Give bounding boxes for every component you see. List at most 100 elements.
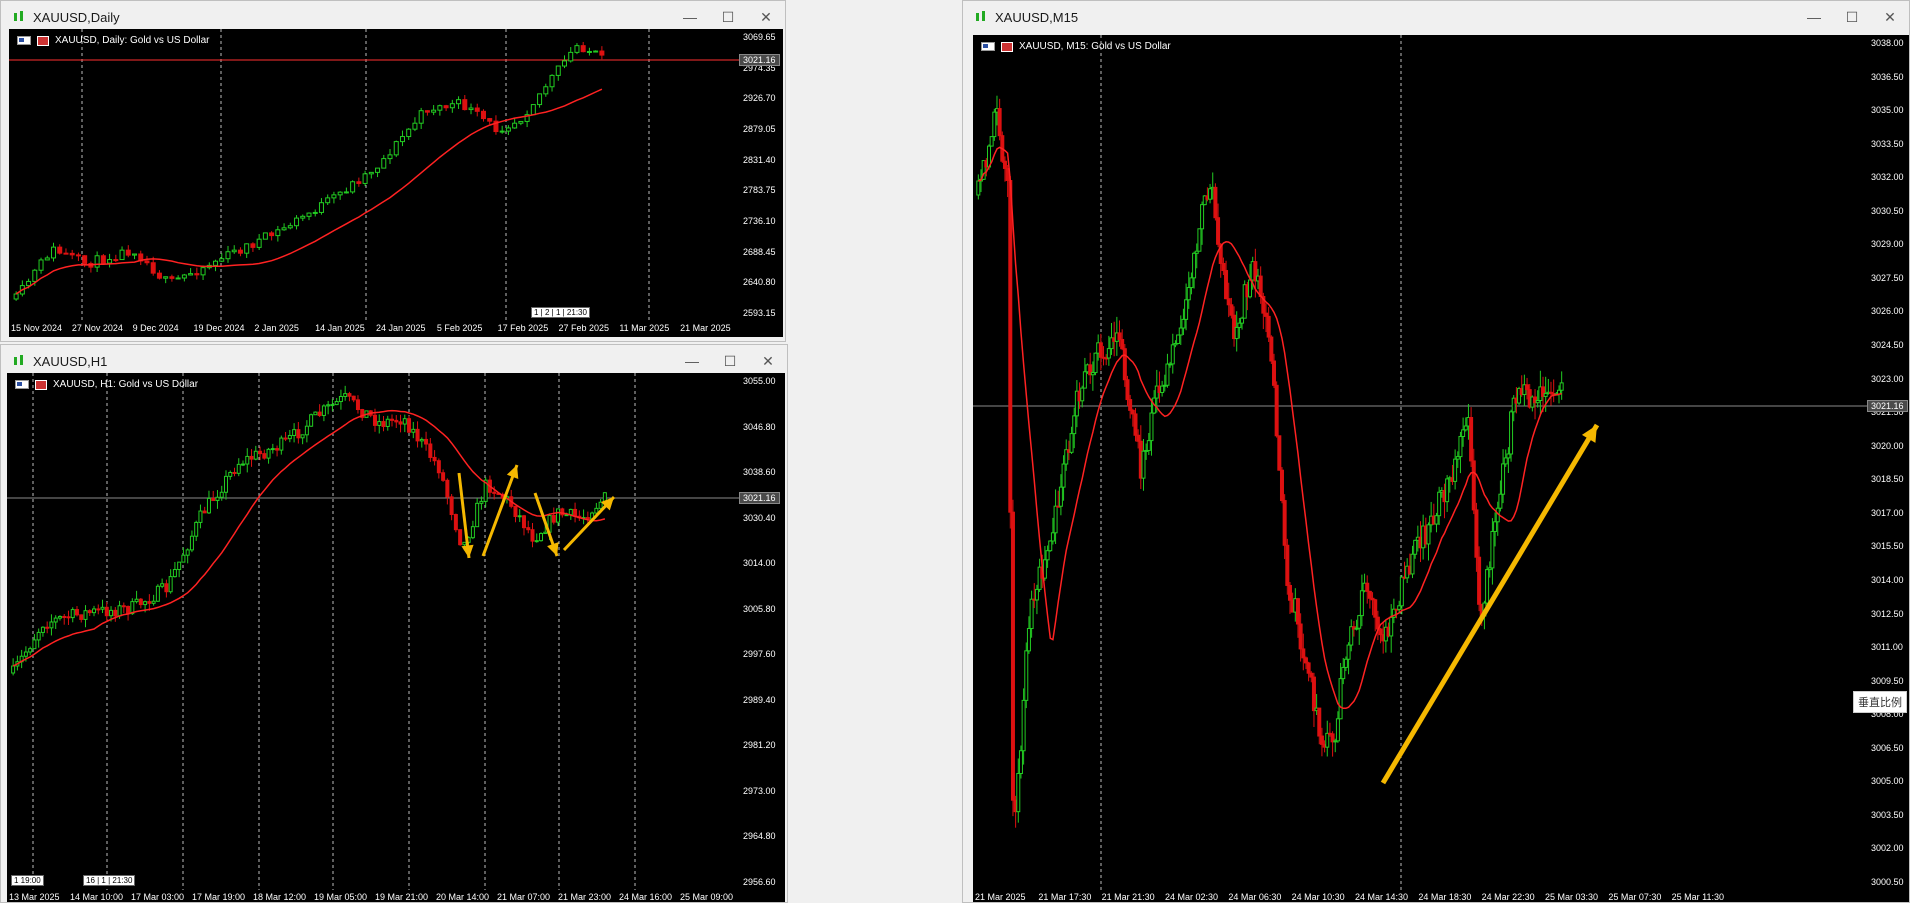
candle-body	[356, 181, 362, 184]
candle-body	[326, 404, 331, 407]
candle-body	[1117, 332, 1122, 340]
price-tick: 3032.00	[1871, 172, 1904, 183]
candle-body	[1186, 287, 1191, 301]
candle-body	[530, 529, 535, 542]
chart-area-h1[interactable]: XAUUSD, H1: Gold vs US Dollar 1 19:00 16…	[7, 373, 739, 890]
candle-body	[160, 583, 165, 587]
candle-body	[1213, 186, 1218, 219]
candle-body	[1271, 360, 1276, 386]
candle-body	[236, 463, 241, 474]
time-scale[interactable]: 13 Mar 2025 14 Mar 10:00 17 Mar 03:00 17 Ma…	[7, 890, 785, 902]
maximize-button[interactable]: ☐	[1833, 1, 1871, 33]
chart-icon	[973, 9, 989, 25]
arrow-shaft	[1380, 423, 1600, 785]
candlestick-chart	[7, 373, 739, 890]
time-tick: 19 Dec 2024	[193, 323, 245, 333]
candle-body	[334, 401, 339, 406]
price-scale[interactable]: 3055.00 3046.80 3038.60 3030.40 3014.00 3005.…	[739, 373, 785, 890]
title-bar[interactable]: XAUUSD,M15 — ☐ ✕	[963, 1, 1909, 33]
price-tick: 2973.00	[743, 785, 776, 796]
candle-body	[1226, 298, 1231, 306]
candle-body	[1458, 435, 1463, 458]
candle-body	[1141, 450, 1146, 479]
candle-body	[1184, 299, 1189, 320]
price-tick: 3002.00	[1871, 843, 1904, 854]
time-tick: 17 Feb 2025	[497, 323, 549, 333]
candle-body	[407, 418, 412, 433]
candle-body	[377, 421, 382, 426]
candle-body	[270, 448, 275, 451]
time-tick: 18 Mar 12:00	[253, 892, 307, 902]
candle-body	[343, 191, 349, 194]
chart-area-m15[interactable]: XAUUSD, M15: Gold vs US Dollar	[973, 35, 1867, 890]
candle-body	[163, 276, 169, 279]
chart-area-daily[interactable]: XAUUSD, Daily: Gold vs US Dollar 1 | 2 |…	[9, 29, 739, 321]
candle-body	[1279, 469, 1284, 502]
candle-body	[521, 515, 526, 529]
candle-body	[355, 399, 360, 411]
candle-body	[62, 615, 67, 618]
time-tick: 20 Mar 14:00	[436, 892, 490, 902]
close-button[interactable]: ✕	[1871, 1, 1909, 33]
candle-body	[1221, 262, 1226, 272]
candle-body	[338, 395, 343, 403]
candle-body	[113, 609, 118, 617]
window-title: XAUUSD,Daily	[33, 9, 120, 25]
candle-body	[306, 212, 312, 217]
candle-body	[431, 109, 437, 113]
candle-body	[1002, 160, 1007, 169]
candle-body	[1050, 532, 1055, 542]
candle-body	[568, 508, 573, 516]
candle-body	[513, 505, 518, 517]
candle-body	[1338, 678, 1343, 720]
time-tick: 24 Mar 06:30	[1228, 892, 1282, 902]
time-tick: 25 Mar 07:30	[1608, 892, 1662, 902]
vertical-scale-tag[interactable]: 垂直比例	[1853, 691, 1907, 713]
time-scale[interactable]: 21 Mar 2025 21 Mar 17:30 21 Mar 21:30 24 Ma…	[973, 890, 1909, 902]
candle-body	[1493, 521, 1498, 532]
candle-body	[390, 418, 395, 421]
time-tick: 19 Mar 21:00	[375, 892, 429, 902]
time-tick: 24 Mar 14:30	[1355, 892, 1409, 902]
candle-body	[436, 460, 441, 474]
candle-body	[57, 246, 63, 254]
candle-body	[107, 259, 113, 264]
candle-body	[1136, 434, 1141, 442]
candle-body	[449, 103, 455, 109]
candle-body	[138, 598, 143, 606]
candle-body	[132, 253, 138, 256]
price-scale[interactable]: 3069.65 2974.35 2926.70 2879.05 2831.40 2783.…	[739, 29, 783, 321]
candle-body	[1176, 334, 1181, 344]
time-tick: 14 Jan 2025	[315, 323, 365, 333]
candle-body	[556, 508, 561, 523]
candle-body	[172, 569, 177, 578]
time-tick: 25 Mar 03:30	[1545, 892, 1599, 902]
candle-body	[309, 414, 314, 427]
candle-body	[1498, 493, 1503, 509]
current-price-tag: 3021.16	[739, 54, 780, 66]
candle-body	[989, 136, 994, 147]
candle-body	[144, 260, 150, 264]
candle-body	[445, 479, 450, 498]
time-scale[interactable]: 15 Nov 2024 27 Nov 2024 9 Dec 2024 19 Dec 2…	[9, 321, 783, 337]
candle-body	[393, 141, 399, 156]
candle-body	[1287, 584, 1292, 601]
candle-body	[70, 609, 75, 619]
candle-body	[1311, 676, 1316, 712]
price-scale[interactable]: 3038.00 3036.50 3035.00 3033.50 3032.00 3030.…	[1867, 35, 1909, 890]
candle-body	[164, 583, 169, 593]
candle-body	[428, 443, 433, 458]
chart-label: XAUUSD, M15: Gold vs US Dollar	[981, 41, 1171, 52]
candle-body	[249, 455, 254, 460]
minimize-button[interactable]: —	[1795, 1, 1833, 33]
symbol-icon	[37, 35, 49, 46]
candle-body	[300, 215, 306, 219]
candle-body	[1365, 582, 1370, 592]
candle-body	[1303, 657, 1308, 664]
price-tick: 3005.00	[1871, 776, 1904, 787]
chart-icon	[11, 353, 27, 369]
candle-body	[275, 229, 281, 237]
price-tick: 3023.00	[1871, 373, 1904, 384]
candle-body	[40, 626, 45, 633]
candle-body	[96, 608, 101, 611]
